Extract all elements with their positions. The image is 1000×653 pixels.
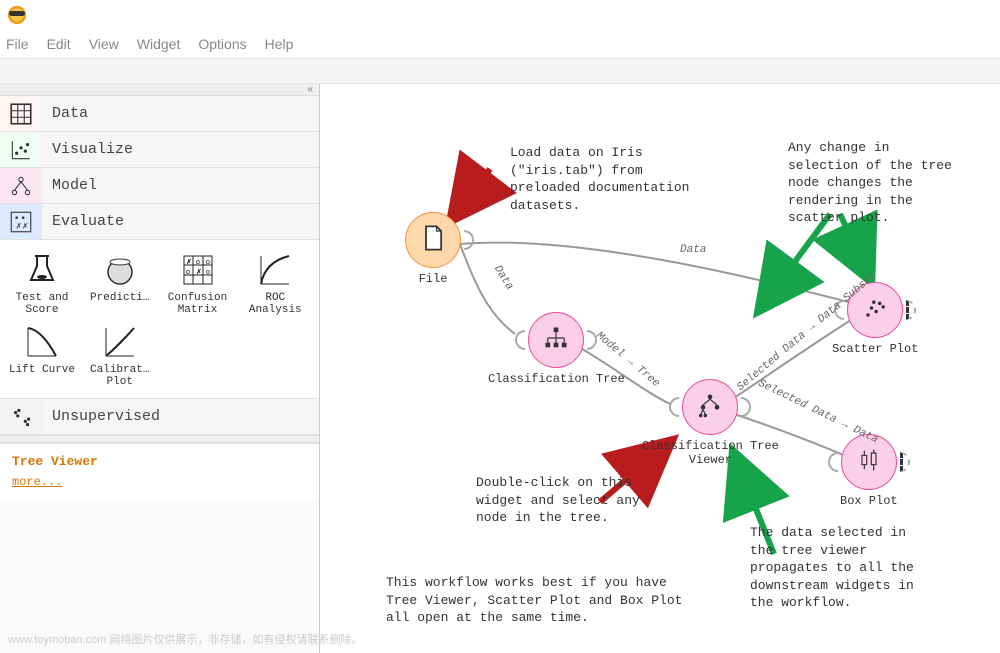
svg-text:✗: ✗ [15, 221, 21, 230]
widget-lift-curve[interactable]: Lift Curve [6, 322, 78, 388]
category-label: Evaluate [42, 213, 124, 230]
svg-text:✗: ✗ [186, 258, 192, 266]
scatter-plot-icon [861, 294, 889, 326]
input-socket[interactable] [828, 452, 838, 472]
scatter-icon [0, 132, 42, 167]
node-label: Scatter Plot [832, 342, 918, 356]
svg-text:o: o [186, 269, 190, 276]
sidebar-collapse[interactable]: « [0, 84, 319, 96]
widget-label: Confusion Matrix [168, 292, 227, 316]
grid-icon [0, 96, 42, 131]
widget-predictions[interactable]: Predicti… [84, 250, 156, 316]
tree-icon [542, 324, 570, 356]
cluster-icon [0, 399, 42, 434]
node-classification-tree-viewer[interactable]: Classification Tree Viewer [642, 379, 779, 467]
annotation: This workflow works best if you have Tre… [386, 574, 686, 627]
widget-label: Calibrat… Plot [90, 364, 149, 388]
category-visualize[interactable]: Visualize [0, 132, 319, 168]
node-label: Classification Tree Viewer [642, 439, 779, 467]
input-socket[interactable] [669, 397, 679, 417]
description-title: Tree Viewer [12, 454, 307, 469]
menubar: File Edit View Widget Options Help [0, 30, 1000, 58]
widget-calibration-plot[interactable]: Calibrat… Plot [84, 322, 156, 388]
node-file[interactable]: File [405, 212, 461, 286]
category-label: Model [42, 177, 97, 194]
widget-panel: Test and Score Predicti… ✗ooo✗o Confusio… [0, 240, 319, 399]
tree-icon [0, 168, 42, 203]
category-label: Unsupervised [42, 408, 160, 425]
svg-text:✗: ✗ [22, 221, 28, 230]
output-socket[interactable] [906, 300, 916, 320]
node-label: Box Plot [840, 494, 898, 508]
category-label: Visualize [42, 141, 133, 158]
node-label: Classification Tree [488, 372, 625, 386]
widget-label: Lift Curve [9, 364, 75, 376]
annotation: Double-click on this widget and select a… [476, 474, 646, 527]
tree-viewer-icon [696, 391, 724, 423]
menu-edit[interactable]: Edit [47, 36, 71, 52]
menu-widget[interactable]: Widget [137, 36, 181, 52]
category-model[interactable]: Model [0, 168, 319, 204]
menu-options[interactable]: Options [198, 36, 246, 52]
widget-label: ROC Analysis [249, 292, 302, 316]
watermark: www.toymoban.com 网络图片仅供展示，非存储，如有侵权请联系删除。 [8, 631, 362, 647]
file-icon [419, 224, 447, 256]
toolbar-spacer [0, 58, 1000, 84]
svg-text:o: o [206, 259, 210, 266]
category-data[interactable]: Data [0, 96, 319, 132]
input-socket[interactable] [515, 330, 525, 350]
annotation: Load data on Iris ("iris.tab") from prel… [510, 144, 700, 214]
description-more-link[interactable]: more... [12, 475, 307, 489]
output-socket[interactable] [900, 452, 910, 472]
box-plot-icon [855, 446, 883, 478]
svg-text:o: o [196, 259, 200, 266]
widget-confusion-matrix[interactable]: ✗ooo✗o Confusion Matrix [162, 250, 234, 316]
evaluate-icon: ✗✗ [0, 204, 42, 239]
widget-test-and-score[interactable]: Test and Score [6, 250, 78, 316]
node-label: File [405, 272, 461, 286]
svg-text:✗: ✗ [196, 268, 202, 276]
category-evaluate[interactable]: ✗✗ Evaluate [0, 204, 319, 240]
menu-view[interactable]: View [89, 36, 119, 52]
edge-label: Data [680, 244, 706, 256]
category-label: Data [42, 105, 88, 122]
widget-label: Predicti… [90, 292, 149, 304]
annotation: Any change in selection of the tree node… [788, 139, 958, 227]
menu-file[interactable]: File [6, 36, 29, 52]
output-socket[interactable] [741, 397, 751, 417]
widget-roc-analysis[interactable]: ROC Analysis [239, 250, 311, 316]
edge-label: Data [491, 264, 515, 293]
widget-label: Test and Score [16, 292, 69, 316]
workflow-canvas[interactable]: File Classification Tree Classification … [320, 84, 1000, 653]
menu-help[interactable]: Help [265, 36, 294, 52]
output-socket[interactable] [464, 230, 474, 250]
annotation: The data selected in the tree viewer pro… [750, 524, 930, 612]
sidebar: « Data Visualize Model ✗✗ Evaluate [0, 84, 320, 653]
svg-text:o: o [206, 269, 210, 276]
titlebar [0, 0, 1000, 30]
category-unsupervised[interactable]: Unsupervised [0, 399, 319, 435]
node-box-plot[interactable]: Box Plot [840, 434, 898, 508]
app-icon [8, 6, 26, 24]
description-panel: Tree Viewer more... [0, 443, 319, 499]
